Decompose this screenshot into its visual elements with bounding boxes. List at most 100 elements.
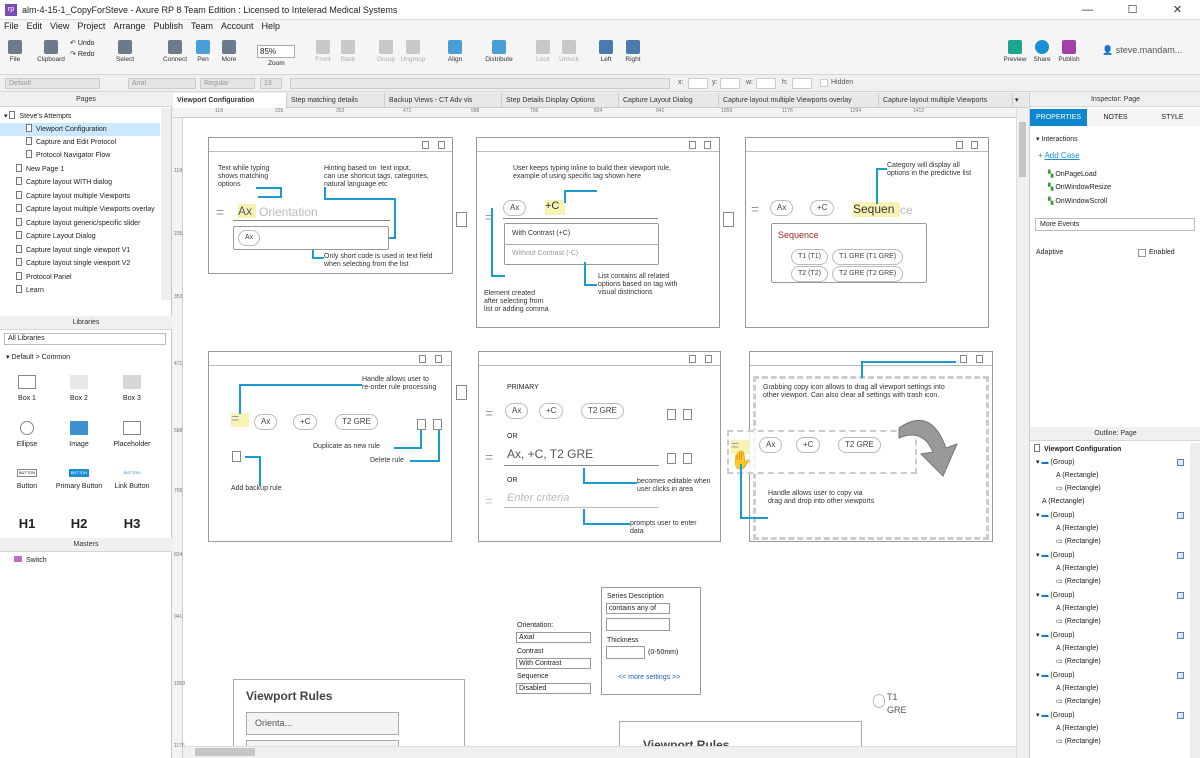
group-button[interactable]: Group [371, 37, 401, 63]
outline-item[interactable]: ▾ ▬ (Group) [1030, 456, 1190, 469]
outline-item[interactable]: ▭ (Rectangle) [1030, 655, 1190, 668]
outline-item[interactable]: A (Rectangle) [1030, 682, 1190, 695]
left-button[interactable]: Left [591, 37, 621, 63]
page-item[interactable]: Learn [0, 284, 160, 297]
page-item[interactable]: Capture layout single viewport V2 [0, 257, 160, 270]
page-item[interactable]: Protocol Navigator Flow [0, 149, 160, 162]
trash-icon[interactable] [704, 141, 711, 149]
add-case-link[interactable]: + Add Case [1038, 151, 1080, 160]
outline-scrollbar[interactable] [1190, 443, 1200, 758]
ax-chip[interactable]: Ax [503, 200, 527, 216]
close-button[interactable]: ✕ [1155, 0, 1200, 20]
outline-item[interactable]: ▭ (Rectangle) [1030, 535, 1190, 548]
outline-root[interactable]: Viewport Configuration [1030, 443, 1190, 456]
master-item[interactable]: Switch [14, 556, 47, 564]
design-canvas[interactable]: 118 235 353 471 588 706 824 941 1059 1176 1294 1412… [173, 108, 1016, 758]
outline-item[interactable]: A (Rectangle) [1030, 562, 1190, 575]
menu-account[interactable]: Account [217, 20, 258, 33]
tab-properties[interactable]: PROPERTIES [1030, 109, 1087, 126]
vertical-scroll-thumb[interactable] [1019, 122, 1026, 177]
trash-icon[interactable] [435, 355, 442, 363]
tab-step-matching[interactable]: Step matching details [287, 93, 385, 108]
align-button[interactable]: Align [440, 37, 470, 63]
drag-handle-icon[interactable]: = [751, 202, 759, 216]
page-item[interactable]: Protocol Panel [0, 271, 160, 284]
vertical-scrollbar[interactable] [1016, 108, 1028, 758]
preview-button[interactable]: Preview [1000, 37, 1030, 63]
add-viewport-button[interactable] [723, 212, 734, 227]
page-item[interactable]: Capture layout multiple Viewports [0, 190, 160, 203]
reorder-handle[interactable]: = [231, 411, 249, 427]
page-item[interactable]: New Page 1 [0, 163, 160, 176]
menu-view[interactable]: View [46, 20, 73, 33]
ax-chip[interactable]: Ax [238, 230, 261, 246]
style-select[interactable]: Default [5, 78, 100, 89]
outline-item[interactable]: A (Rectangle) [1030, 469, 1190, 482]
menu-file[interactable]: File [0, 20, 23, 33]
page-item[interactable]: Capture layout generic/specific slider [0, 217, 160, 230]
outline-item[interactable]: A (Rectangle) [1030, 722, 1190, 735]
menu-edit[interactable]: Edit [23, 20, 47, 33]
widget-ellipse[interactable]: Ellipse [1, 421, 53, 448]
series-input[interactable] [606, 618, 670, 631]
pages-scrollbar[interactable] [161, 108, 171, 300]
option-t1[interactable]: T1 (T1) [791, 249, 828, 265]
series-match-select[interactable]: contains any of [606, 603, 670, 614]
h-field[interactable] [792, 78, 812, 89]
trash-icon[interactable] [438, 141, 445, 149]
font-weight-select[interactable]: Regular [200, 78, 255, 89]
outline-item[interactable]: ▾ ▬ (Group) [1030, 589, 1190, 602]
x-field[interactable] [688, 78, 708, 89]
widget-primary-button[interactable]: BUTTON Primary Button [53, 469, 105, 490]
event-onwindowscroll[interactable]: ▚ OnWindowScroll [1048, 197, 1107, 205]
thickness-input[interactable] [606, 646, 645, 659]
tab-backup-views[interactable]: Backup Views - CT Adv vis [385, 93, 502, 108]
outline-item[interactable]: ▭ (Rectangle) [1030, 482, 1190, 495]
add-viewport-button[interactable] [456, 385, 467, 400]
widget-box3[interactable]: Box 3 [106, 375, 158, 402]
option-with-contrast[interactable]: With Contrast (+C) [512, 230, 570, 237]
file-button[interactable]: File [0, 37, 30, 63]
page-item[interactable]: Capture Layout Dialog [0, 230, 160, 243]
event-onpageload[interactable]: ▚ OnPageLoad [1048, 170, 1097, 178]
outline-item[interactable]: A (Rectangle) [1030, 495, 1190, 508]
t2gre-chip[interactable]: T2 GRE [581, 403, 624, 419]
menu-project[interactable]: Project [73, 20, 109, 33]
page-item[interactable]: ▾ Steve's Attempts [0, 110, 160, 123]
duplicate-rule-icon[interactable] [667, 409, 676, 420]
orientation-rule-field[interactable]: Orienta... [246, 712, 399, 735]
ax-chip[interactable]: Ax [254, 414, 278, 430]
duplicate-icon[interactable] [956, 141, 963, 149]
widget-image[interactable]: Image [53, 421, 105, 448]
contrast-chip[interactable]: +C [539, 403, 564, 419]
option-t1-gre[interactable]: T1 GRE (T1 GRE) [832, 249, 904, 265]
enter-criteria-input[interactable]: Enter criteria [507, 492, 569, 504]
menu-help[interactable]: Help [258, 20, 285, 33]
delete-rule-icon[interactable] [433, 419, 442, 430]
option-t2[interactable]: T2 (T2) [791, 266, 828, 282]
connect-button[interactable]: Connect [160, 37, 190, 63]
page-item[interactable]: Capture layout single viewport V1 [0, 244, 160, 257]
clipboard-button[interactable]: Clipboard [36, 37, 66, 63]
drag-handle-icon[interactable]: = [485, 406, 493, 420]
tab-notes[interactable]: NOTES [1087, 109, 1144, 126]
outline-item[interactable]: A (Rectangle) [1030, 522, 1190, 535]
page-item[interactable]: Capture layout WITH dialog [0, 176, 160, 189]
unlock-button[interactable]: Unlock [554, 37, 584, 63]
outline-item[interactable]: A (Rectangle) [1030, 642, 1190, 655]
y-field[interactable] [720, 78, 740, 89]
menu-arrange[interactable]: Arrange [109, 20, 149, 33]
widget-link-button[interactable]: BUTTON Link Button [106, 469, 158, 490]
widget-box1[interactable]: Box 1 [1, 375, 53, 402]
widget-box2[interactable]: Box 2 [53, 375, 105, 402]
page-item[interactable]: Capture layout multiple Viewports overla… [0, 203, 160, 216]
widget-h2[interactable]: H2 [53, 516, 105, 531]
outline-item[interactable]: ▾ ▬ (Group) [1030, 629, 1190, 642]
duplicate-icon[interactable] [689, 141, 696, 149]
contrast-chip[interactable]: +C [810, 200, 835, 216]
contrast-chip[interactable]: +C [796, 437, 821, 453]
add-viewport-button[interactable] [456, 212, 467, 227]
outline-item[interactable]: ▭ (Rectangle) [1030, 695, 1190, 708]
duplicate-rule-icon[interactable] [417, 419, 426, 430]
menu-team[interactable]: Team [187, 20, 217, 33]
